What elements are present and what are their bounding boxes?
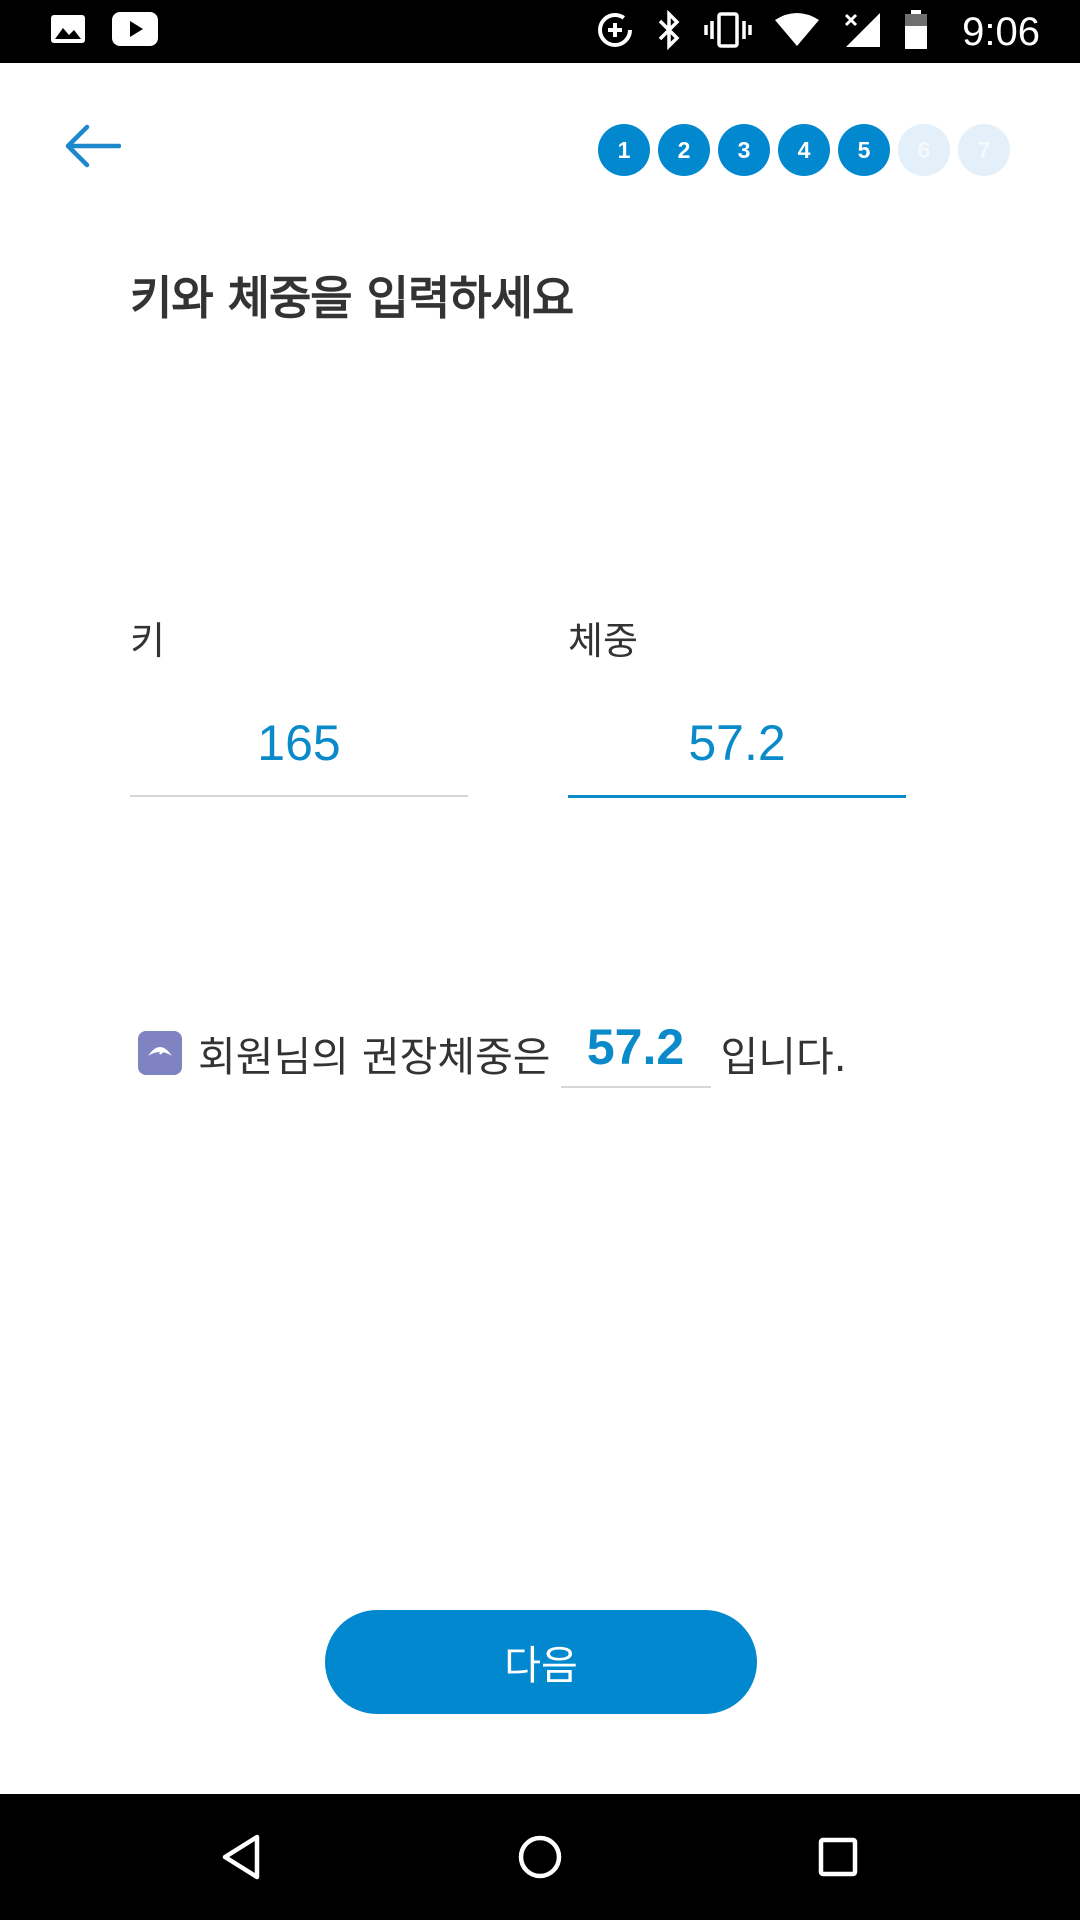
status-time: 9:06 (962, 9, 1040, 54)
weight-input[interactable] (568, 690, 906, 796)
height-label: 키 (130, 619, 165, 663)
step-4: 4 (778, 124, 830, 176)
nav-bar (0, 1794, 1080, 1920)
arrow-left-icon (63, 123, 122, 173)
recommended-value: 57.2 (586, 1019, 685, 1075)
weight-label: 체중 (568, 619, 638, 663)
cell-signal-icon (842, 11, 882, 53)
back-triangle-icon[interactable] (208, 1824, 274, 1890)
step-2: 2 (658, 124, 710, 176)
page-title: 키와 체중을 입력하세요 (130, 271, 574, 325)
data-saver-icon (596, 11, 634, 53)
height-input[interactable] (130, 690, 468, 796)
status-bar: 9:06 (0, 0, 1080, 63)
recommended-value-box: 57.2 (560, 1018, 711, 1088)
step-6: 6 (898, 124, 950, 176)
step-5: 5 (838, 124, 890, 176)
battery-icon (904, 10, 928, 54)
youtube-icon (112, 12, 158, 50)
step-indicator: 1 2 3 4 5 6 7 (598, 124, 1010, 176)
recommended-weight-row: 회원님의 권장체중은 57.2 입니다. (138, 1018, 847, 1088)
image-icon (50, 14, 86, 48)
step-7: 7 (958, 124, 1010, 176)
step-1: 1 (598, 124, 650, 176)
vibrate-icon (704, 11, 752, 53)
recommended-underline (560, 1086, 711, 1088)
bluetooth-icon (656, 9, 682, 54)
height-underline (130, 795, 468, 797)
weight-underline (568, 795, 906, 798)
wifi-icon (774, 12, 820, 52)
recommended-suffix: 입니다. (720, 1033, 847, 1081)
step-3: 3 (718, 124, 770, 176)
next-button[interactable]: 다음 (325, 1610, 757, 1714)
home-circle-icon[interactable] (507, 1824, 573, 1890)
back-button[interactable] (56, 112, 128, 184)
recents-square-icon[interactable] (805, 1824, 871, 1890)
screen: 9:06 1 2 3 4 5 6 7 키와 체중을 입력하세요 키 체중 회원님… (0, 0, 1080, 1920)
recommended-prefix: 회원님의 권장체중은 (198, 1033, 551, 1081)
scale-icon (138, 1031, 182, 1075)
